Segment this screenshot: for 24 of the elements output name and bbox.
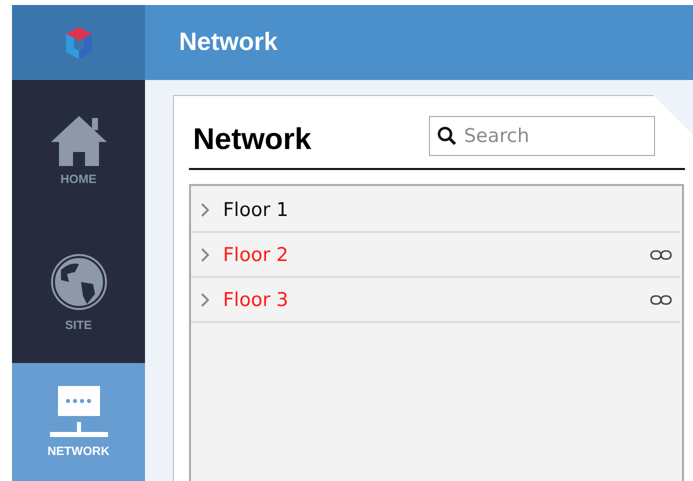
- tree-row[interactable]: Floor 2: [191, 233, 680, 278]
- nav-item[interactable]: HOME: [12, 80, 145, 220]
- chevron-icon: [201, 248, 209, 262]
- house-icon: [48, 114, 108, 166]
- panel-title: Network: [193, 123, 312, 157]
- header-title: Network: [179, 28, 278, 57]
- nav-label: HOME: [60, 172, 96, 186]
- row-label: Floor 3: [223, 288, 290, 310]
- chevron-icon: [201, 292, 209, 306]
- row-label: Floor 1: [223, 198, 290, 220]
- globe-icon: [48, 252, 108, 312]
- nav-label: SITE: [65, 318, 92, 332]
- tree-row[interactable]: Floor 1: [191, 188, 680, 233]
- nav-label: NETWORK: [48, 444, 110, 458]
- tree-row[interactable]: Floor 3: [191, 278, 680, 323]
- row-label: Floor 2: [223, 244, 290, 266]
- link-icon: [650, 250, 672, 260]
- nav-item[interactable]: NETWORK: [12, 363, 145, 481]
- search-field[interactable]: Search: [429, 116, 655, 156]
- link-icon: [650, 294, 672, 304]
- chevron-icon: [201, 202, 209, 216]
- network-icon: [50, 386, 108, 438]
- nav-item[interactable]: SITE: [12, 220, 145, 363]
- logo-icon: [64, 26, 94, 60]
